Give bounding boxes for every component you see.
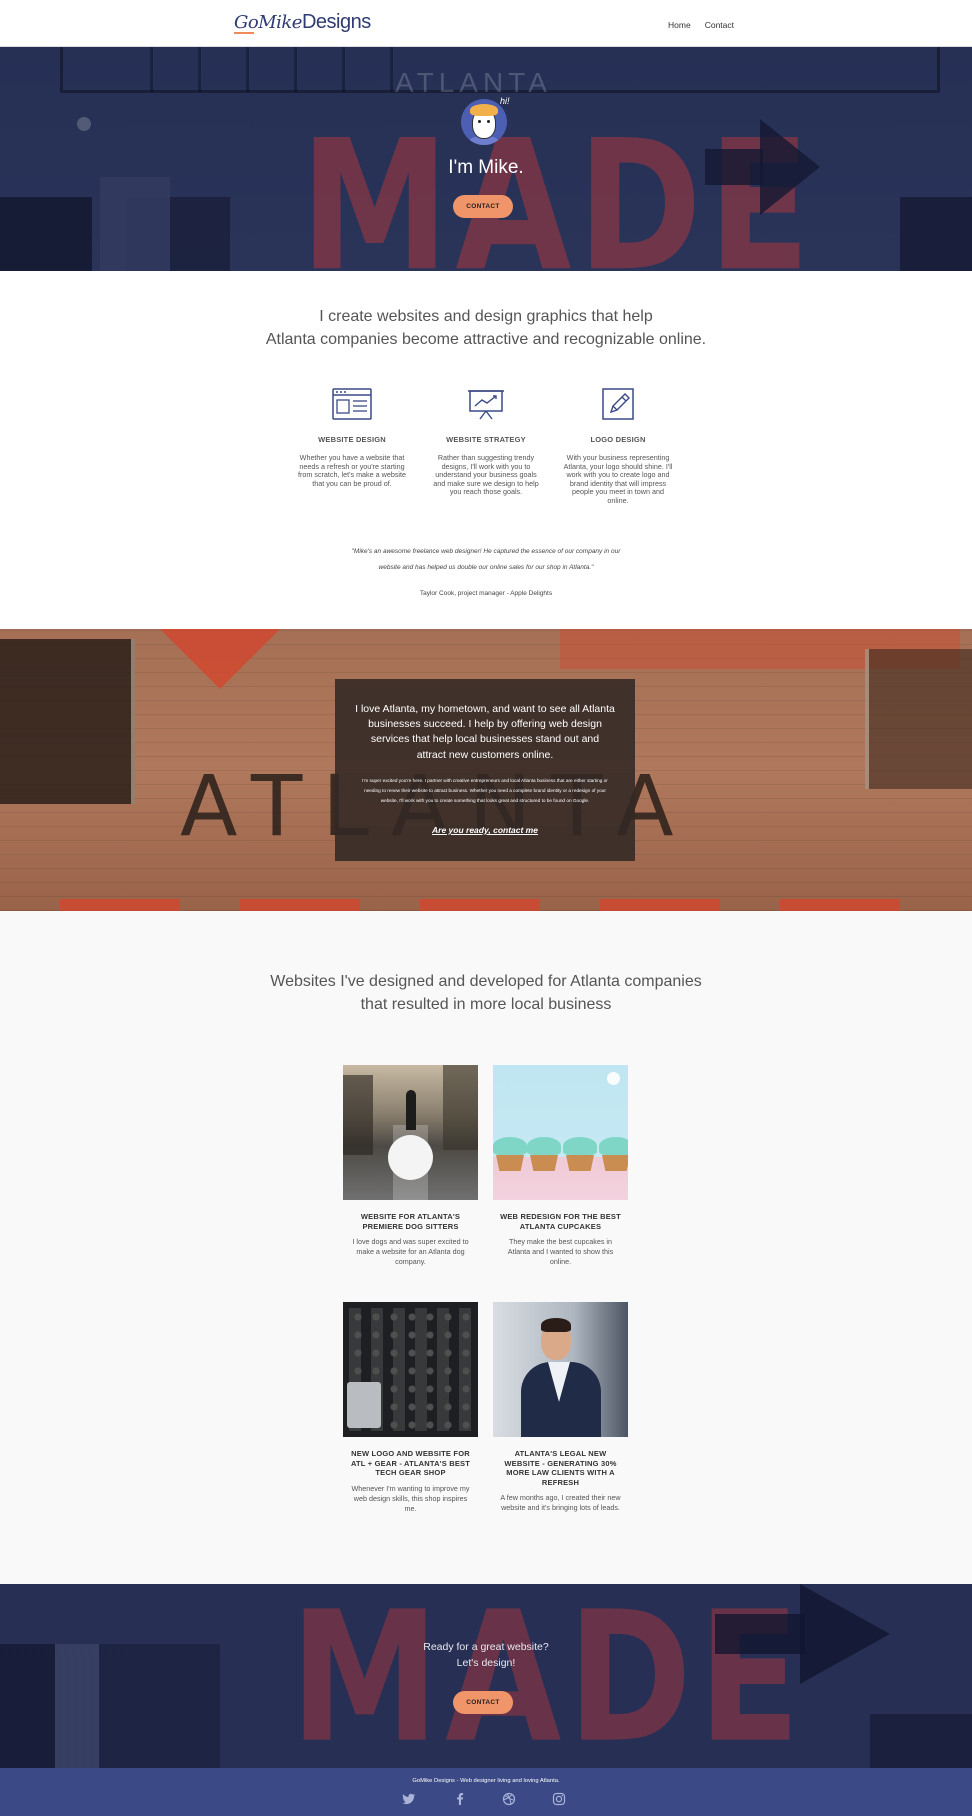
- thumb-building: [343, 1075, 373, 1155]
- brick-red-stripes: [60, 899, 920, 911]
- service-website-strategy: WEBSITE STRATEGY Rather than suggesting …: [426, 388, 546, 497]
- service-description: Whether you have a website that needs a …: [297, 453, 407, 488]
- portfolio-card-tech-gear[interactable]: NEW LOGO AND WEBSITE FOR ATL + GEAR - AT…: [343, 1302, 478, 1514]
- portfolio-thumbnail-legal[interactable]: [493, 1302, 628, 1437]
- nav-links: Home Contact: [668, 20, 734, 30]
- avatar-eye: [487, 120, 490, 123]
- top-navbar: GoMikeDesigns Home Contact: [0, 0, 972, 47]
- portfolio-card-legal[interactable]: ATLANTA'S LEGAL NEW WEBSITE - GENERATING…: [493, 1302, 628, 1513]
- instagram-icon[interactable]: [552, 1792, 566, 1806]
- portfolio-card-cupcakes[interactable]: WEB REDESIGN FOR THE BEST ATLANTA CUPCAK…: [493, 1065, 628, 1267]
- portfolio-heading-line-1: Websites I've designed and developed for…: [270, 973, 702, 990]
- logo-designs-text: Designs: [301, 11, 371, 33]
- logo-go-text: GoMike: [234, 12, 302, 33]
- thumb-cupcake: [527, 1137, 561, 1171]
- thumb-person: [406, 1090, 416, 1130]
- logo-underline: [234, 32, 254, 34]
- footer-text: GoMike Designs - Web designer living and…: [412, 1778, 560, 1784]
- service-title: WEBSITE STRATEGY: [446, 435, 526, 444]
- thumb-dog: [388, 1135, 433, 1180]
- hero-title: I'm Mike.: [448, 157, 524, 178]
- portfolio-card-description: They make the best cupcakes in Atlanta a…: [507, 1237, 614, 1266]
- cta-section: MADE: [0, 1584, 972, 1768]
- cta-text: Ready for a great website? Let's design!: [0, 1640, 972, 1671]
- avatar-hair: [470, 104, 498, 116]
- portfolio-card-dog-sitters[interactable]: WEBSITE FOR ATLANTA'S PREMIERE DOG SITTE…: [343, 1065, 478, 1267]
- portfolio-heading: Websites I've designed and developed for…: [0, 970, 972, 1016]
- portfolio-thumbnail-dog[interactable]: [343, 1065, 478, 1200]
- play-icon[interactable]: [607, 1072, 620, 1085]
- avatar-eye: [478, 120, 481, 123]
- nav-link-contact[interactable]: Contact: [705, 20, 734, 30]
- portfolio-card-title: ATLANTA'S LEGAL NEW WEBSITE - GENERATING…: [504, 1449, 617, 1487]
- pencil-edit-icon: [602, 388, 634, 420]
- facebook-icon[interactable]: [453, 1792, 467, 1806]
- portfolio-card-description: A few months ago, I created their new we…: [500, 1493, 621, 1512]
- thumb-cupcake: [599, 1137, 628, 1171]
- portfolio-card-title: WEB REDESIGN FOR THE BEST ATLANTA CUPCAK…: [500, 1212, 621, 1231]
- thumb-cupcake: [493, 1137, 527, 1171]
- cta-bg-made-text: MADE: [290, 1584, 807, 1768]
- brick-window-left: [0, 639, 135, 804]
- testimonial-quote: "Mike's an awesome freelance web designe…: [351, 548, 621, 571]
- atlanta-message-heading: I love Atlanta, my hometown, and want to…: [355, 703, 615, 761]
- intro-heading: I create websites and design graphics th…: [0, 305, 972, 351]
- cta-line-2: Let's design!: [456, 1656, 516, 1669]
- hero-contact-button[interactable]: CONTACT: [453, 195, 513, 218]
- cta-line-1: Ready for a great website?: [423, 1641, 549, 1653]
- portfolio-card-title: NEW LOGO AND WEBSITE FOR ATL + GEAR - AT…: [350, 1449, 471, 1477]
- nav-link-home[interactable]: Home: [668, 20, 691, 30]
- intro-line-2: Atlanta companies become attractive and …: [265, 331, 707, 348]
- service-website-design: WEBSITE DESIGN Whether you have a websit…: [292, 388, 412, 488]
- service-description: Rather than suggesting trendy designs, I…: [433, 453, 539, 496]
- atlanta-contact-link[interactable]: Are you ready, contact me: [335, 825, 635, 835]
- hero-bg-light: [77, 117, 91, 131]
- avatar-greeting: hi!: [500, 96, 510, 106]
- service-logo-design: LOGO DESIGN With your business represent…: [558, 388, 678, 505]
- hero-bg-block-right: [900, 197, 972, 271]
- dribbble-icon[interactable]: [502, 1792, 516, 1806]
- intro-line-1: I create websites and design graphics th…: [319, 308, 653, 325]
- portfolio-card-title: WEBSITE FOR ATLANTA'S PREMIERE DOG SITTE…: [360, 1212, 461, 1231]
- twitter-icon[interactable]: [402, 1792, 416, 1806]
- thumb-building: [443, 1065, 478, 1150]
- brick-red-triangle: [160, 629, 280, 689]
- service-title: WEBSITE DESIGN: [318, 435, 386, 444]
- atlanta-message-box: I love Atlanta, my hometown, and want to…: [335, 679, 635, 861]
- atlanta-message-body: I'm super excited you're here. I partner…: [362, 778, 608, 803]
- portfolio-card-description: Whenever I'm wanting to improve my web d…: [351, 1483, 470, 1513]
- browser-window-icon: [332, 388, 372, 420]
- site-logo[interactable]: GoMikeDesigns: [234, 11, 371, 34]
- hero-bg-window-bars: [150, 47, 410, 92]
- hero-bg-atlanta-text: ATLANTA: [395, 67, 552, 98]
- portfolio-heading-line-2: that resulted in more local business: [360, 996, 612, 1013]
- service-description: With your business representing Atlanta,…: [563, 453, 673, 505]
- presentation-chart-icon: [468, 390, 504, 420]
- cta-contact-button[interactable]: CONTACT: [453, 1691, 513, 1714]
- portfolio-card-description: I love dogs and was super excited to mak…: [352, 1237, 469, 1266]
- portfolio-thumbnail-gear[interactable]: [343, 1302, 478, 1437]
- thumb-hair: [541, 1318, 571, 1332]
- hero-bg-made-text: MADE: [300, 102, 817, 271]
- testimonial-author: Taylor Cook, project manager - Apple Del…: [419, 590, 553, 597]
- footer: [0, 1768, 972, 1816]
- brick-window-right: [865, 649, 972, 789]
- cta-bg-block-right: [870, 1714, 972, 1768]
- service-title: LOGO DESIGN: [590, 435, 646, 444]
- thumb-cupcake: [563, 1137, 597, 1171]
- portfolio-thumbnail-cupcakes[interactable]: [493, 1065, 628, 1200]
- thumb-laptop: [347, 1382, 381, 1428]
- hero-bg-block: [100, 177, 170, 271]
